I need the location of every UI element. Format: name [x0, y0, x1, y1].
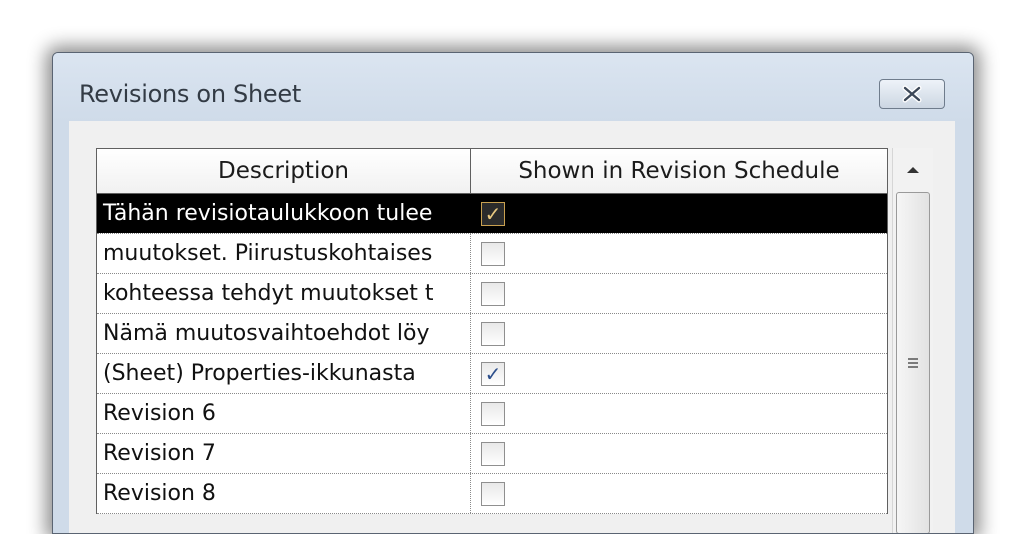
shown-in-schedule-checkbox[interactable]	[481, 281, 505, 306]
row-shown-cell	[471, 234, 887, 273]
table-row[interactable]: (Sheet) Properties-ikkunasta ✓	[97, 354, 887, 394]
row-shown-cell: ✓	[471, 354, 887, 393]
row-shown-cell	[471, 394, 887, 433]
row-description[interactable]: muutokset. Piirustuskohtaises	[97, 234, 471, 273]
scroll-up-button[interactable]	[896, 152, 930, 188]
close-button[interactable]	[879, 79, 945, 109]
scroll-up-arrow-icon	[907, 167, 919, 173]
close-x-icon	[902, 85, 922, 103]
row-shown-cell	[471, 274, 887, 313]
column-header-description[interactable]: Description	[97, 149, 471, 193]
row-description[interactable]: Nämä muutosvaihtoehdot löy	[97, 314, 471, 353]
shown-in-schedule-checkbox[interactable]	[481, 321, 505, 346]
shown-in-schedule-checkbox[interactable]	[481, 441, 505, 466]
table-row[interactable]: Revision 6	[97, 394, 887, 434]
column-header-shown[interactable]: Shown in Revision Schedule	[471, 149, 887, 193]
scroll-thumb[interactable]	[896, 192, 930, 533]
shown-in-schedule-checkbox[interactable]	[481, 481, 505, 506]
shown-in-schedule-checkbox[interactable]	[481, 241, 505, 266]
scroll-grip-icon	[908, 358, 918, 368]
shown-in-schedule-checkbox[interactable]	[481, 401, 505, 426]
shown-in-schedule-checkbox[interactable]: ✓	[481, 201, 505, 226]
row-description[interactable]: kohteessa tehdyt muutokset t	[97, 274, 471, 313]
row-shown-cell	[471, 474, 887, 513]
shown-in-schedule-checkbox[interactable]: ✓	[481, 361, 505, 386]
table-row[interactable]: Tähän revisiotaulukkoon tulee ✓	[97, 194, 887, 234]
row-description[interactable]: (Sheet) Properties-ikkunasta	[97, 354, 471, 393]
table-row[interactable]: muutokset. Piirustuskohtaises	[97, 234, 887, 274]
row-shown-cell: ✓	[471, 194, 887, 233]
row-shown-cell	[471, 314, 887, 353]
table-row[interactable]: kohteessa tehdyt muutokset t	[97, 274, 887, 314]
revisions-table: Description Shown in Revision Schedule T…	[96, 148, 888, 514]
row-description[interactable]: Revision 6	[97, 394, 471, 433]
table-row[interactable]: Revision 7	[97, 434, 887, 474]
table-row[interactable]: Revision 8	[97, 474, 887, 514]
row-description[interactable]: Revision 8	[97, 474, 471, 513]
row-description[interactable]: Revision 7	[97, 434, 471, 473]
revisions-dialog: Revisions on Sheet Description Shown in …	[52, 52, 974, 534]
table-row[interactable]: Nämä muutosvaihtoehdot löy	[97, 314, 887, 354]
row-description[interactable]: Tähän revisiotaulukkoon tulee	[97, 194, 471, 233]
title-bar[interactable]: Revisions on Sheet	[53, 53, 973, 121]
dialog-title: Revisions on Sheet	[79, 80, 301, 108]
table-header: Description Shown in Revision Schedule	[97, 149, 887, 194]
vertical-scrollbar[interactable]	[892, 148, 933, 533]
table-body: Tähän revisiotaulukkoon tulee ✓ muutokset.…	[97, 194, 887, 514]
dialog-content: Description Shown in Revision Schedule T…	[69, 121, 955, 533]
row-shown-cell	[471, 434, 887, 473]
